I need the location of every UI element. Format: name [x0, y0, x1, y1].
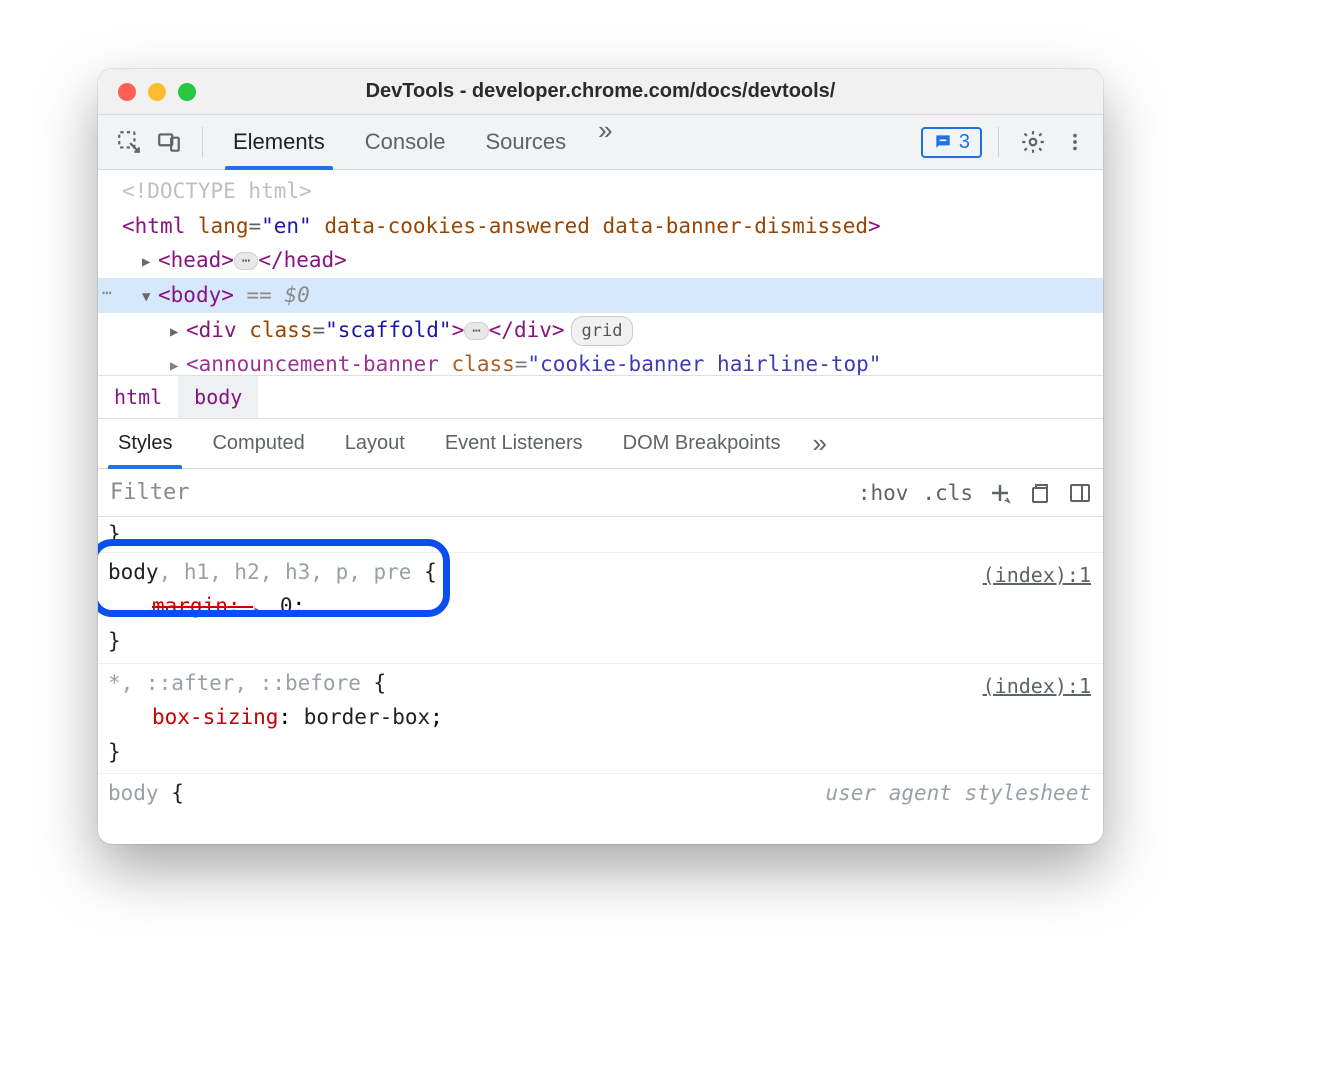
ellipsis-badge[interactable]: ⋯ [464, 322, 488, 340]
expand-icon[interactable]: ▶ [170, 355, 184, 375]
css-property-value[interactable]: border-box [304, 705, 430, 729]
dom-node[interactable]: <html lang="en" data-cookies-answered da… [98, 209, 1103, 244]
brace: } [108, 522, 121, 546]
titlebar: DevTools - developer.chrome.com/docs/dev… [98, 69, 1103, 115]
main-toolbar: Elements Console Sources » 3 [98, 115, 1103, 170]
dom-node-selected[interactable]: ▼<body> == $0 [98, 278, 1103, 313]
ua-stylesheet-label: user agent stylesheet [825, 776, 1091, 811]
more-tabs-icon[interactable]: » [586, 115, 620, 169]
zoom-window-button[interactable] [178, 83, 196, 101]
crumb-body[interactable]: body [178, 376, 258, 418]
subtab-event-listeners[interactable]: Event Listeners [425, 419, 603, 468]
window-title: DevTools - developer.chrome.com/docs/dev… [98, 80, 1103, 103]
breadcrumb: html body [98, 375, 1103, 419]
dom-node[interactable]: ▶<announcement-banner class="cookie-bann… [98, 347, 1103, 375]
expand-icon[interactable]: ▶ [170, 321, 184, 344]
sidebar-tabs: Styles Computed Layout Event Listeners D… [98, 419, 1103, 469]
expand-icon[interactable]: ▶ [142, 251, 156, 274]
tab-console[interactable]: Console [345, 115, 466, 169]
subtab-dom-breakpoints[interactable]: DOM Breakpoints [603, 419, 801, 468]
cls-button[interactable]: .cls [922, 481, 973, 505]
toolbar-right: 3 [921, 124, 1093, 160]
selector-dim[interactable]: , h1, h2, h3, p, pre [159, 560, 425, 584]
new-style-rule-icon[interactable] [987, 480, 1013, 506]
styles-toolbar: :hov .cls [98, 469, 1103, 517]
toolbar-separator [998, 127, 999, 157]
kebab-menu-icon[interactable] [1057, 124, 1093, 160]
tab-elements[interactable]: Elements [213, 115, 345, 169]
css-property-name[interactable]: box-sizing [152, 705, 278, 729]
grid-badge[interactable]: grid [571, 316, 634, 346]
css-property-name[interactable]: margin [152, 594, 228, 618]
toolbar-separator [202, 127, 203, 157]
panel-tabs: Elements Console Sources » [213, 115, 621, 169]
rule-source-link[interactable]: (index):1 [983, 559, 1091, 592]
dom-tree[interactable]: <!DOCTYPE html> <html lang="en" data-coo… [98, 170, 1103, 375]
css-rule[interactable]: (index):1 *, ::after, ::before { box-siz… [98, 664, 1103, 775]
issues-button[interactable]: 3 [921, 127, 982, 158]
device-toolbar-icon[interactable] [152, 125, 186, 159]
settings-icon[interactable] [1015, 124, 1051, 160]
subtab-layout[interactable]: Layout [325, 419, 425, 468]
css-rule[interactable]: user agent stylesheet body { [98, 774, 1103, 815]
dom-node[interactable]: <!DOCTYPE html> [98, 174, 1103, 209]
styles-pane[interactable]: } (index):1 body, h1, h2, h3, p, pre { m… [98, 517, 1103, 844]
window-controls [98, 83, 196, 101]
copy-styles-icon[interactable] [1027, 480, 1053, 506]
inspect-element-icon[interactable] [112, 125, 146, 159]
more-subtabs-icon[interactable]: » [801, 428, 835, 459]
hov-button[interactable]: :hov [858, 481, 909, 505]
crumb-html[interactable]: html [98, 376, 178, 418]
filter-input[interactable] [98, 480, 858, 505]
expand-shorthand-icon[interactable]: ▸ [253, 600, 267, 620]
selector[interactable]: body [108, 781, 171, 805]
css-property-value[interactable]: 0 [280, 594, 293, 618]
selector[interactable]: body [108, 560, 159, 584]
selector[interactable]: *, ::after, ::before [108, 671, 374, 695]
dom-node[interactable]: ▶<head>⋯</head> [98, 243, 1103, 278]
issues-icon [933, 132, 953, 152]
tab-sources[interactable]: Sources [465, 115, 586, 169]
close-window-button[interactable] [118, 83, 136, 101]
css-rule[interactable]: (index):1 body, h1, h2, h3, p, pre { mar… [98, 553, 1103, 664]
collapse-icon[interactable]: ▼ [142, 286, 156, 309]
toggle-sidebar-icon[interactable] [1067, 480, 1093, 506]
rule-source-link[interactable]: (index):1 [983, 670, 1091, 703]
minimize-window-button[interactable] [148, 83, 166, 101]
issues-count: 3 [959, 131, 970, 154]
ellipsis-badge[interactable]: ⋯ [234, 252, 258, 270]
dom-node[interactable]: ▶<div class="scaffold">⋯</div>grid [98, 313, 1103, 348]
subtab-computed[interactable]: Computed [192, 419, 324, 468]
devtools-window: DevTools - developer.chrome.com/docs/dev… [98, 69, 1103, 844]
subtab-styles[interactable]: Styles [98, 419, 192, 468]
